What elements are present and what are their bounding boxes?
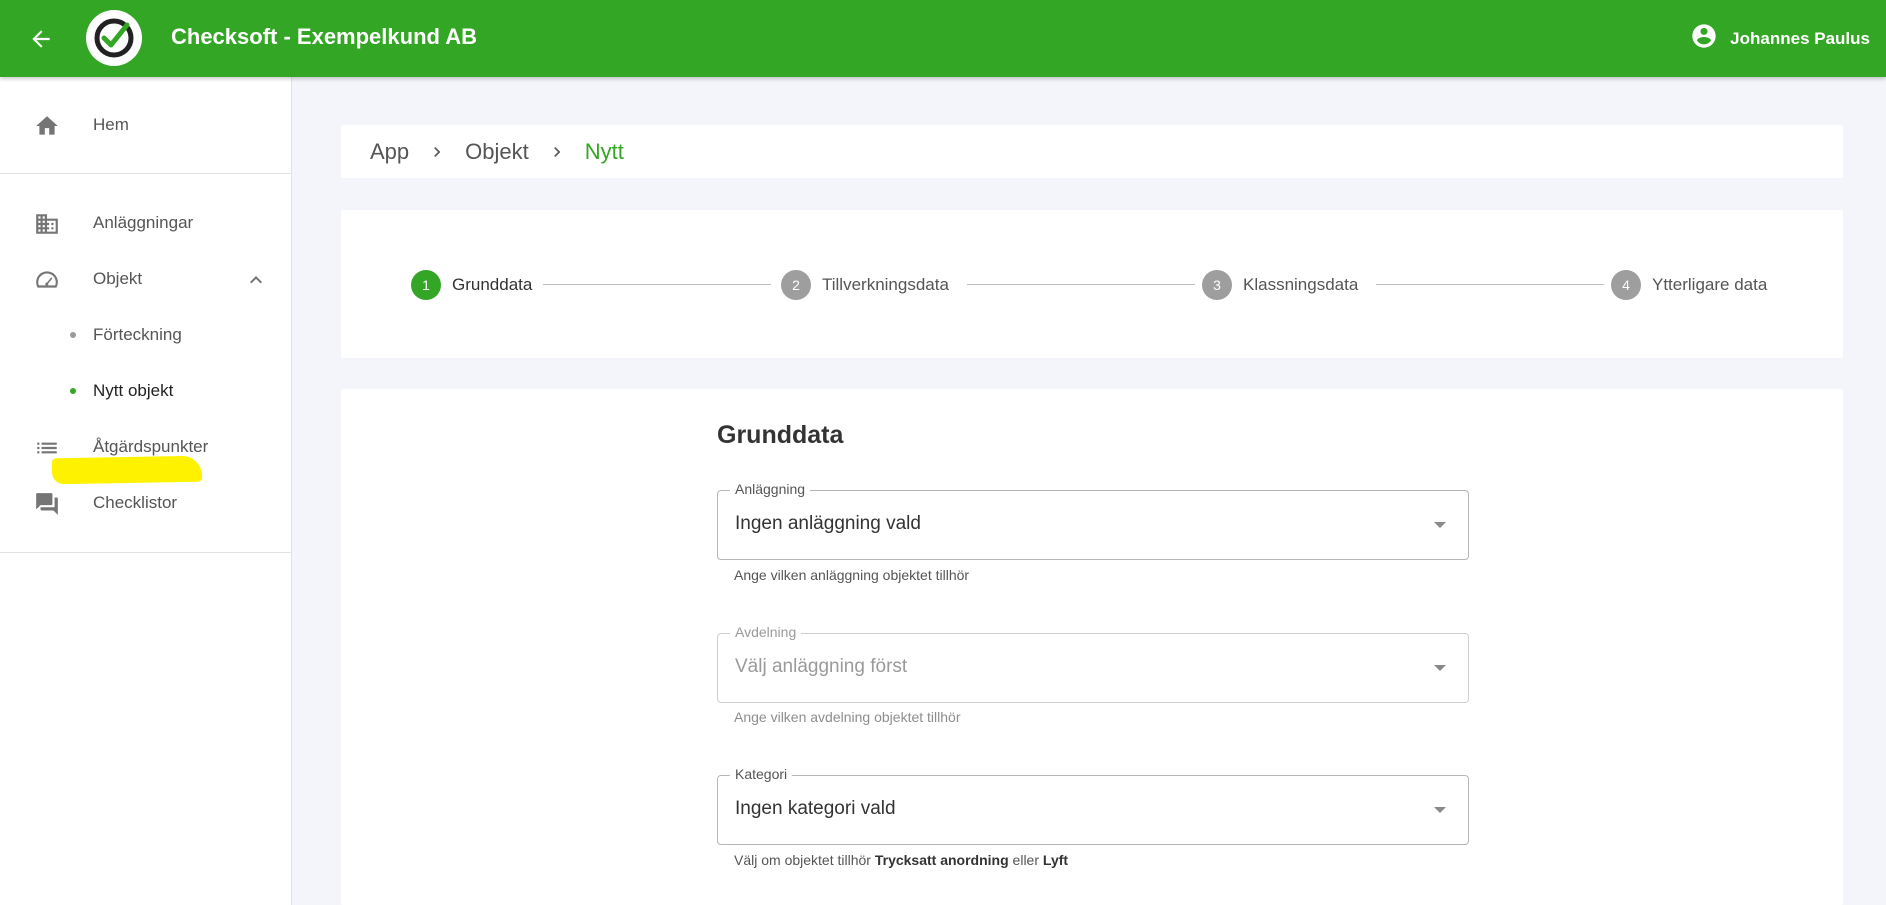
dropdown-arrow-icon xyxy=(1434,665,1446,671)
bullet-dot-icon xyxy=(70,388,76,394)
sidebar-item-hem[interactable]: Hem xyxy=(0,101,291,149)
step-label: Ytterligare data xyxy=(1652,275,1768,294)
sidebar-divider xyxy=(0,552,291,553)
field-value: Ingen kategori vald xyxy=(735,798,896,819)
hint-text: Välj om objektet tillhör xyxy=(734,852,871,868)
building-icon xyxy=(34,211,60,237)
user-name: Johannes Paulus xyxy=(1730,28,1870,48)
step-label: Klassningsdata xyxy=(1243,275,1359,294)
step-number: 3 xyxy=(1202,270,1232,300)
sidebar-subitem-forteckning[interactable]: Förteckning xyxy=(0,311,291,359)
checksoft-logo[interactable] xyxy=(86,10,142,66)
form-card: Grunddata Anläggning Ingen anläggning va… xyxy=(341,389,1843,905)
step-klassningsdata[interactable]: 3 Klassningsdata xyxy=(1202,270,1358,300)
step-connector xyxy=(967,284,1195,285)
sidebar-item-label: Anläggningar xyxy=(93,213,194,232)
field-label: Avdelning xyxy=(730,624,802,640)
sidebar-item-label: Åtgärdspunkter xyxy=(93,437,209,456)
step-label: Tillverkningsdata xyxy=(822,275,949,294)
stepper: 1 Grunddata 2 Tillverkningsdata 3 Klassn… xyxy=(341,210,1843,358)
breadcrumb-objekt[interactable]: Objekt xyxy=(465,139,529,165)
sidebar-item-checklistor[interactable]: Checklistor xyxy=(0,479,291,527)
sidebar-divider xyxy=(0,173,291,174)
form-title: Grunddata xyxy=(717,421,844,449)
step-connector xyxy=(543,284,771,285)
hint-bold: Lyft xyxy=(1042,852,1069,868)
field-label: Kategori xyxy=(730,766,793,782)
app-title: Checksoft - Exempelkund AB xyxy=(171,24,478,49)
dropdown-arrow-icon xyxy=(1434,522,1446,528)
step-number: 4 xyxy=(1611,270,1641,300)
chevron-right-icon xyxy=(547,142,567,162)
home-icon xyxy=(34,113,60,139)
sidebar-item-label: Checklistor xyxy=(93,493,178,512)
step-label: Grunddata xyxy=(452,275,533,294)
breadcrumb-app[interactable]: App xyxy=(370,139,409,165)
step-tillverkningsdata[interactable]: 2 Tillverkningsdata xyxy=(781,270,949,300)
step-ytterligare-data[interactable]: 4 Ytterligare data xyxy=(1611,270,1767,300)
field-hint: Ange vilken anläggning objektet tillhör xyxy=(734,567,970,583)
step-number: 1 xyxy=(411,270,441,300)
avdelning-select[interactable]: Avdelning Välj anläggning först xyxy=(717,624,1469,703)
sidebar-item-atgardspunkter[interactable]: Åtgärdspunkter xyxy=(0,423,291,471)
hint-text: eller xyxy=(1012,852,1040,868)
account-circle-icon xyxy=(1690,22,1718,55)
breadcrumb: App Objekt Nytt xyxy=(341,125,1843,178)
kategori-select[interactable]: Kategori Ingen kategori vald xyxy=(717,766,1469,845)
sidebar-item-objekt[interactable]: Objekt xyxy=(0,255,291,303)
forum-icon xyxy=(34,491,60,517)
step-grunddata[interactable]: 1 Grunddata xyxy=(411,270,532,300)
step-number: 2 xyxy=(781,270,811,300)
field-hint: Välj om objektet tillhör Trycksatt anord… xyxy=(734,852,1068,868)
sidebar-item-anlaggningar[interactable]: Anläggningar xyxy=(0,199,291,247)
speedometer-icon xyxy=(34,267,60,293)
sidebar: Hem Anläggningar Objekt Förteckning Nytt… xyxy=(0,77,292,905)
chevron-right-icon xyxy=(427,142,447,162)
field-value: Ingen anläggning vald xyxy=(735,513,921,534)
bullet-dot-icon xyxy=(70,332,76,338)
dropdown-arrow-icon xyxy=(1434,807,1446,813)
list-icon xyxy=(34,435,60,461)
hint-bold: Trycksatt anordning xyxy=(874,852,1009,868)
breadcrumb-current: Nytt xyxy=(584,138,624,164)
back-arrow-icon[interactable] xyxy=(24,22,58,56)
anlaggning-select[interactable]: Anläggning Ingen anläggning vald xyxy=(717,481,1469,560)
app-header: Checksoft - Exempelkund AB Johannes Paul… xyxy=(0,0,1886,77)
sidebar-item-label: Nytt objekt xyxy=(93,381,174,400)
sidebar-item-label: Förteckning xyxy=(93,325,182,344)
sidebar-item-label: Hem xyxy=(93,115,129,134)
chevron-up-icon[interactable] xyxy=(244,268,268,292)
sidebar-subitem-nytt-objekt[interactable]: Nytt objekt xyxy=(0,367,291,415)
field-value: Välj anläggning först xyxy=(735,656,908,677)
field-label: Anläggning xyxy=(730,481,811,497)
field-hint: Ange vilken avdelning objektet tillhör xyxy=(734,709,961,725)
sidebar-item-label: Objekt xyxy=(93,269,143,288)
step-connector xyxy=(1376,284,1604,285)
user-menu[interactable]: Johannes Paulus xyxy=(1690,22,1870,55)
